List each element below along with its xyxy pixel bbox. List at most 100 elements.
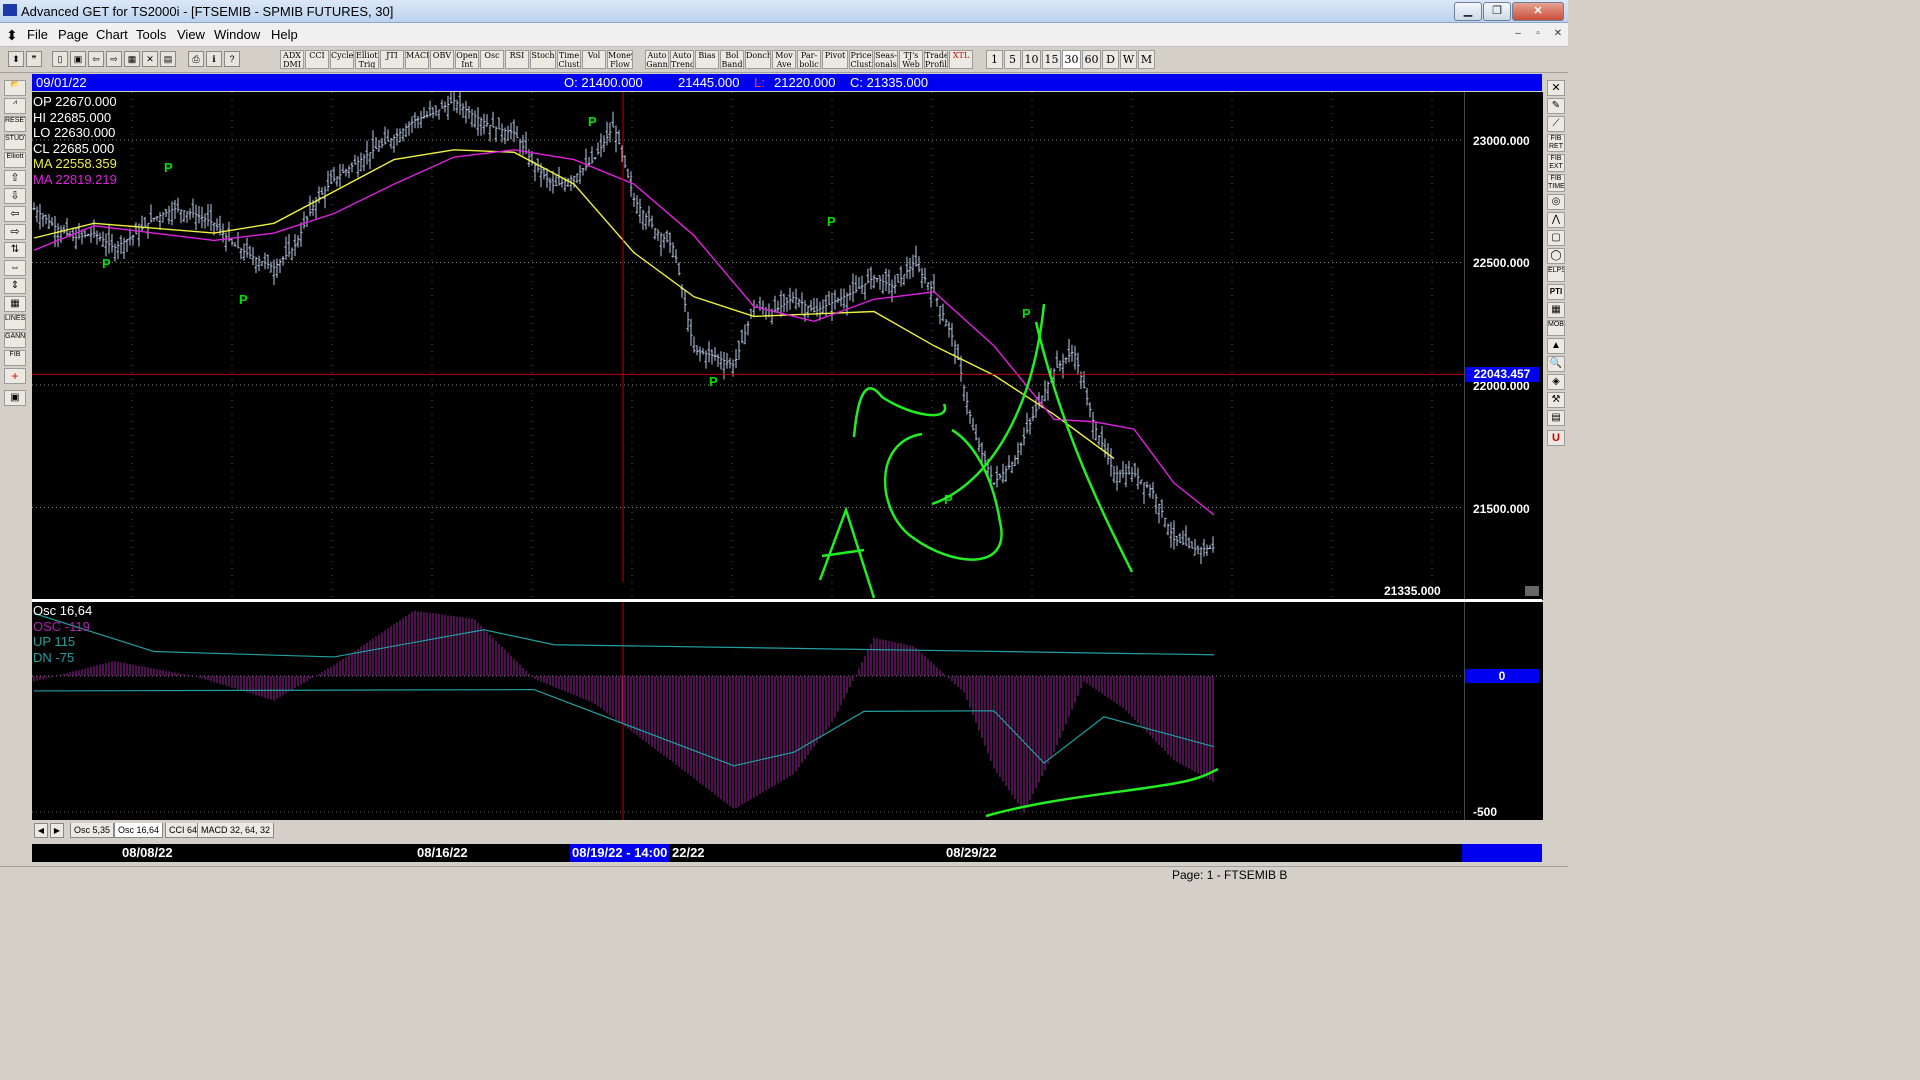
- oscillator-axis[interactable]: 0 -500: [1464, 602, 1543, 820]
- minimize-button[interactable]: ▁: [1454, 2, 1482, 21]
- arrow-left-icon[interactable]: ⇦: [4, 206, 26, 222]
- back-icon[interactable]: ⇦: [88, 51, 104, 67]
- chart-corner-icon[interactable]: [1525, 586, 1539, 596]
- close-icon[interactable]: ✕: [1547, 80, 1565, 96]
- printer-icon[interactable]: ⎙: [188, 51, 204, 67]
- tab-cci-64[interactable]: CCI 64: [165, 823, 202, 838]
- menu-view[interactable]: View: [177, 27, 205, 42]
- menu-tools[interactable]: Tools: [136, 27, 166, 42]
- interval-1-button[interactable]: 1: [986, 50, 1003, 69]
- pin-icon[interactable]: ⬍: [8, 51, 24, 67]
- new-icon[interactable]: ▯: [52, 51, 68, 67]
- auto-trend-button[interactable]: Auto Trend: [670, 50, 694, 69]
- tab-macd[interactable]: MACD 32, 64, 32: [197, 823, 275, 838]
- cci-button[interactable]: CCI: [305, 50, 329, 69]
- lines-icon[interactable]: LINES: [4, 314, 26, 330]
- adx-dmi-button[interactable]: ADX DMI: [280, 50, 304, 69]
- donch-button[interactable]: Donch: [745, 50, 771, 69]
- magnet-icon[interactable]: U: [1547, 430, 1565, 446]
- cycles-button[interactable]: Cycles: [330, 50, 354, 69]
- mdi-restore-button[interactable]: ▫: [1530, 26, 1546, 41]
- ellipse-icon[interactable]: ELPS: [1547, 266, 1565, 282]
- mov-ave-button[interactable]: Mov Ave: [772, 50, 796, 69]
- quote-icon[interactable]: ❞: [26, 51, 42, 67]
- interval-10-button[interactable]: 10: [1022, 50, 1041, 69]
- draw-icon[interactable]: ⩘: [4, 98, 26, 114]
- info-icon[interactable]: ℹ: [206, 51, 222, 67]
- fib-ext-icon[interactable]: FIB EXT: [1547, 154, 1565, 172]
- menu-window[interactable]: Window: [214, 27, 260, 42]
- pivot-button[interactable]: Pivot: [822, 50, 848, 69]
- elliott-icon[interactable]: Elliott: [4, 152, 26, 168]
- interval-d-button[interactable]: D: [1102, 50, 1119, 69]
- close-button[interactable]: ✕: [1512, 2, 1564, 21]
- reset-icon[interactable]: RESET: [4, 116, 26, 132]
- pti-icon[interactable]: PTI: [1547, 284, 1565, 300]
- fib-ret-icon[interactable]: FIB RET: [1547, 134, 1565, 152]
- bias-button[interactable]: Bias: [695, 50, 719, 69]
- tab-osc-16-64[interactable]: Osc 16,64: [114, 823, 164, 838]
- fib-icon[interactable]: FIB: [4, 350, 26, 366]
- vol-button[interactable]: Vol: [582, 50, 606, 69]
- fan-icon[interactable]: ⋀: [1547, 212, 1565, 228]
- arrow-up-icon[interactable]: ⇧: [4, 170, 26, 186]
- tab-scroll-left-icon[interactable]: ◀: [34, 823, 48, 838]
- price-chart[interactable]: PPPPPPPP OP 22670.000 HI 22685.000 LO 22…: [32, 81, 1464, 600]
- cross-icon[interactable]: ✕: [142, 51, 158, 67]
- box-icon[interactable]: ▦: [4, 296, 26, 312]
- maximize-button[interactable]: ❐: [1483, 2, 1511, 21]
- menu-help[interactable]: Help: [271, 27, 298, 42]
- elliott-trig-button[interactable]: Elliott Trig: [355, 50, 379, 69]
- table-icon[interactable]: ▤: [160, 51, 176, 67]
- osc-button[interactable]: Osc: [480, 50, 504, 69]
- circle-icon[interactable]: ◯: [1547, 248, 1565, 264]
- date-axis[interactable]: 08/08/22 08/16/22 08/19/22 - 14:00 22/22…: [32, 844, 1542, 862]
- pen-icon[interactable]: ✎: [1547, 98, 1565, 114]
- mdi-close-button[interactable]: ✕: [1550, 26, 1566, 41]
- open-icon[interactable]: 📂: [4, 80, 26, 96]
- bol-band-button[interactable]: Bol Band: [720, 50, 744, 69]
- mob-icon[interactable]: MOB: [1547, 320, 1565, 336]
- arrow-down-icon[interactable]: ⇩: [4, 188, 26, 204]
- box-icon[interactable]: ▢: [1547, 230, 1565, 246]
- interval-w-button[interactable]: W: [1120, 50, 1137, 69]
- price-clust-button[interactable]: Price Clust: [849, 50, 873, 69]
- seasonals-button[interactable]: Seas-onals: [874, 50, 898, 69]
- xtl-button[interactable]: XTL: [949, 50, 973, 69]
- open-int-button[interactable]: Open Int: [455, 50, 479, 69]
- oscillator-pane[interactable]: Osc 16,64 OSC -119 UP 115 DN -75: [32, 602, 1464, 820]
- stoch-button[interactable]: Stoch: [530, 50, 556, 69]
- obv-button[interactable]: OBV: [430, 50, 454, 69]
- menu-chart[interactable]: Chart: [96, 27, 128, 42]
- compress-icon[interactable]: ⇕: [4, 278, 26, 294]
- book-icon[interactable]: ▤: [1547, 410, 1565, 426]
- fib-time-icon[interactable]: FIB TIME: [1547, 174, 1565, 192]
- forward-icon[interactable]: ⇨: [106, 51, 122, 67]
- gann-icon[interactable]: GANN: [4, 332, 26, 348]
- parabolic-button[interactable]: Par-bolic: [797, 50, 821, 69]
- mdi-minimize-button[interactable]: –: [1510, 26, 1526, 41]
- tab-osc-5-35[interactable]: Osc 5,35: [70, 823, 115, 838]
- menu-file[interactable]: File: [27, 27, 48, 42]
- rsi-button[interactable]: RSI: [505, 50, 529, 69]
- tjs-web-button[interactable]: TJ's Web: [899, 50, 923, 69]
- grid-icon[interactable]: ▦: [124, 51, 140, 67]
- arrow-right-icon[interactable]: ⇨: [4, 224, 26, 240]
- print-preview-icon[interactable]: ▣: [70, 51, 86, 67]
- marker-icon[interactable]: ◈: [1547, 374, 1565, 390]
- help-icon[interactable]: ?: [224, 51, 240, 67]
- jti-button[interactable]: JTI: [380, 50, 404, 69]
- triangle-icon[interactable]: ▲: [1547, 338, 1565, 354]
- macd-button[interactable]: MACD: [405, 50, 429, 69]
- price-axis[interactable]: 23000.000 22500.000 22000.000 21500.000 …: [1464, 92, 1543, 600]
- scale-icon[interactable]: ⇅: [4, 242, 26, 258]
- interval-5-button[interactable]: 5: [1004, 50, 1021, 69]
- tool-icon[interactable]: ⚒: [1547, 392, 1565, 408]
- study-icon[interactable]: STUDY: [4, 134, 26, 150]
- interval-30-button[interactable]: 30: [1062, 50, 1081, 69]
- trade-profile-button[interactable]: Trade Profile: [924, 50, 948, 69]
- tab-scroll-right-icon[interactable]: ▶: [50, 823, 64, 838]
- menu-page[interactable]: Page: [58, 27, 88, 42]
- spiral-icon[interactable]: ◎: [1547, 194, 1565, 210]
- interval-m-button[interactable]: M: [1138, 50, 1155, 69]
